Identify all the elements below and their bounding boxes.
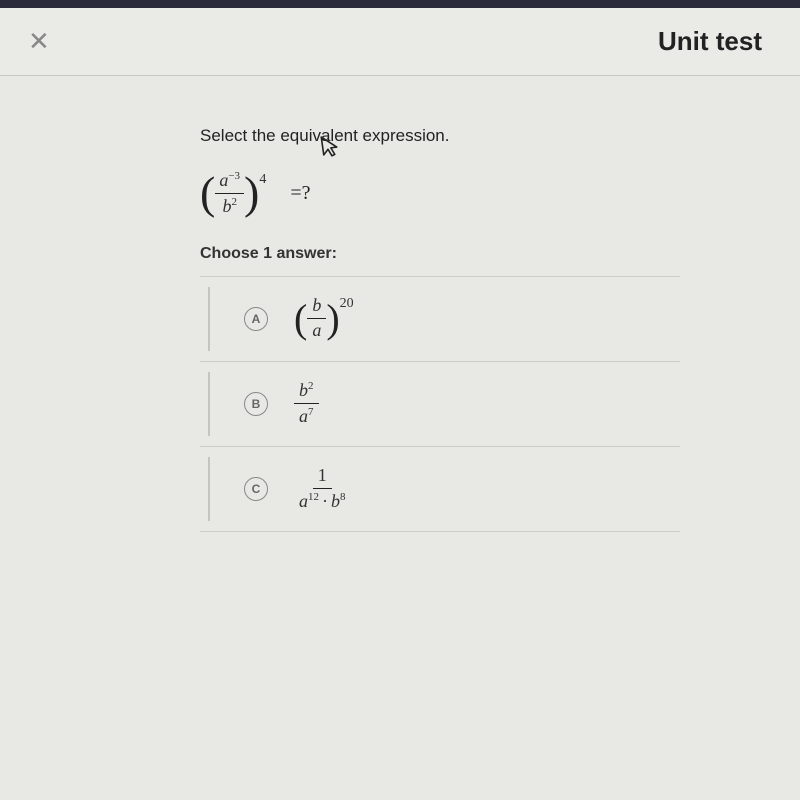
right-paren: ) (244, 170, 259, 216)
question-prompt: Select the equivalent expression. (200, 126, 800, 146)
answer-option-a[interactable]: A ( b a ) 20 (200, 276, 680, 362)
answer-math: ( b a ) 20 (294, 296, 354, 341)
ans-c-num: 1 (313, 466, 332, 489)
expr-denominator-exp: 2 (231, 196, 237, 208)
answer-badge: B (244, 392, 268, 416)
answer-list: A ( b a ) 20 B b2 a7 C (200, 276, 680, 532)
expr-numerator-exp: −3 (228, 170, 240, 182)
answer-option-b[interactable]: B b2 a7 (200, 361, 680, 447)
expr-equals: =? (290, 182, 310, 205)
close-icon[interactable]: ✕ (28, 26, 58, 57)
expr-outer-exp: 4 (259, 172, 266, 188)
ans-c-dot: · (319, 491, 331, 511)
question-expression: ( a−3 b2 ) 4 =? (200, 170, 800, 217)
cursor-icon (318, 133, 342, 165)
ans-b-den-exp: 7 (308, 406, 314, 418)
ans-a-den: a (307, 319, 326, 341)
choose-label: Choose 1 answer: (200, 245, 800, 263)
answer-math: 1 a12·b8 (294, 466, 351, 512)
ans-c-a-exp: 12 (308, 491, 319, 503)
answer-badge: A (244, 307, 268, 331)
answer-option-c[interactable]: C 1 a12·b8 (200, 446, 680, 532)
header-bar: ✕ Unit test (0, 8, 800, 76)
answer-badge: C (244, 477, 268, 501)
ans-c-a-base: a (299, 491, 308, 511)
left-paren: ( (200, 170, 215, 216)
ans-c-b-exp: 8 (340, 491, 346, 503)
answer-math: b2 a7 (294, 380, 319, 427)
page-title: Unit test (658, 26, 762, 57)
ans-c-b-base: b (331, 491, 340, 511)
ans-b-num-exp: 2 (308, 380, 314, 392)
expr-numerator-base: a (219, 170, 228, 190)
question-body: Select the equivalent expression. ( a−3 … (0, 76, 800, 532)
ans-b-den-base: a (299, 406, 308, 426)
ans-a-exp: 20 (340, 296, 354, 312)
ans-b-num-base: b (299, 380, 308, 400)
ans-a-num: b (307, 296, 326, 319)
